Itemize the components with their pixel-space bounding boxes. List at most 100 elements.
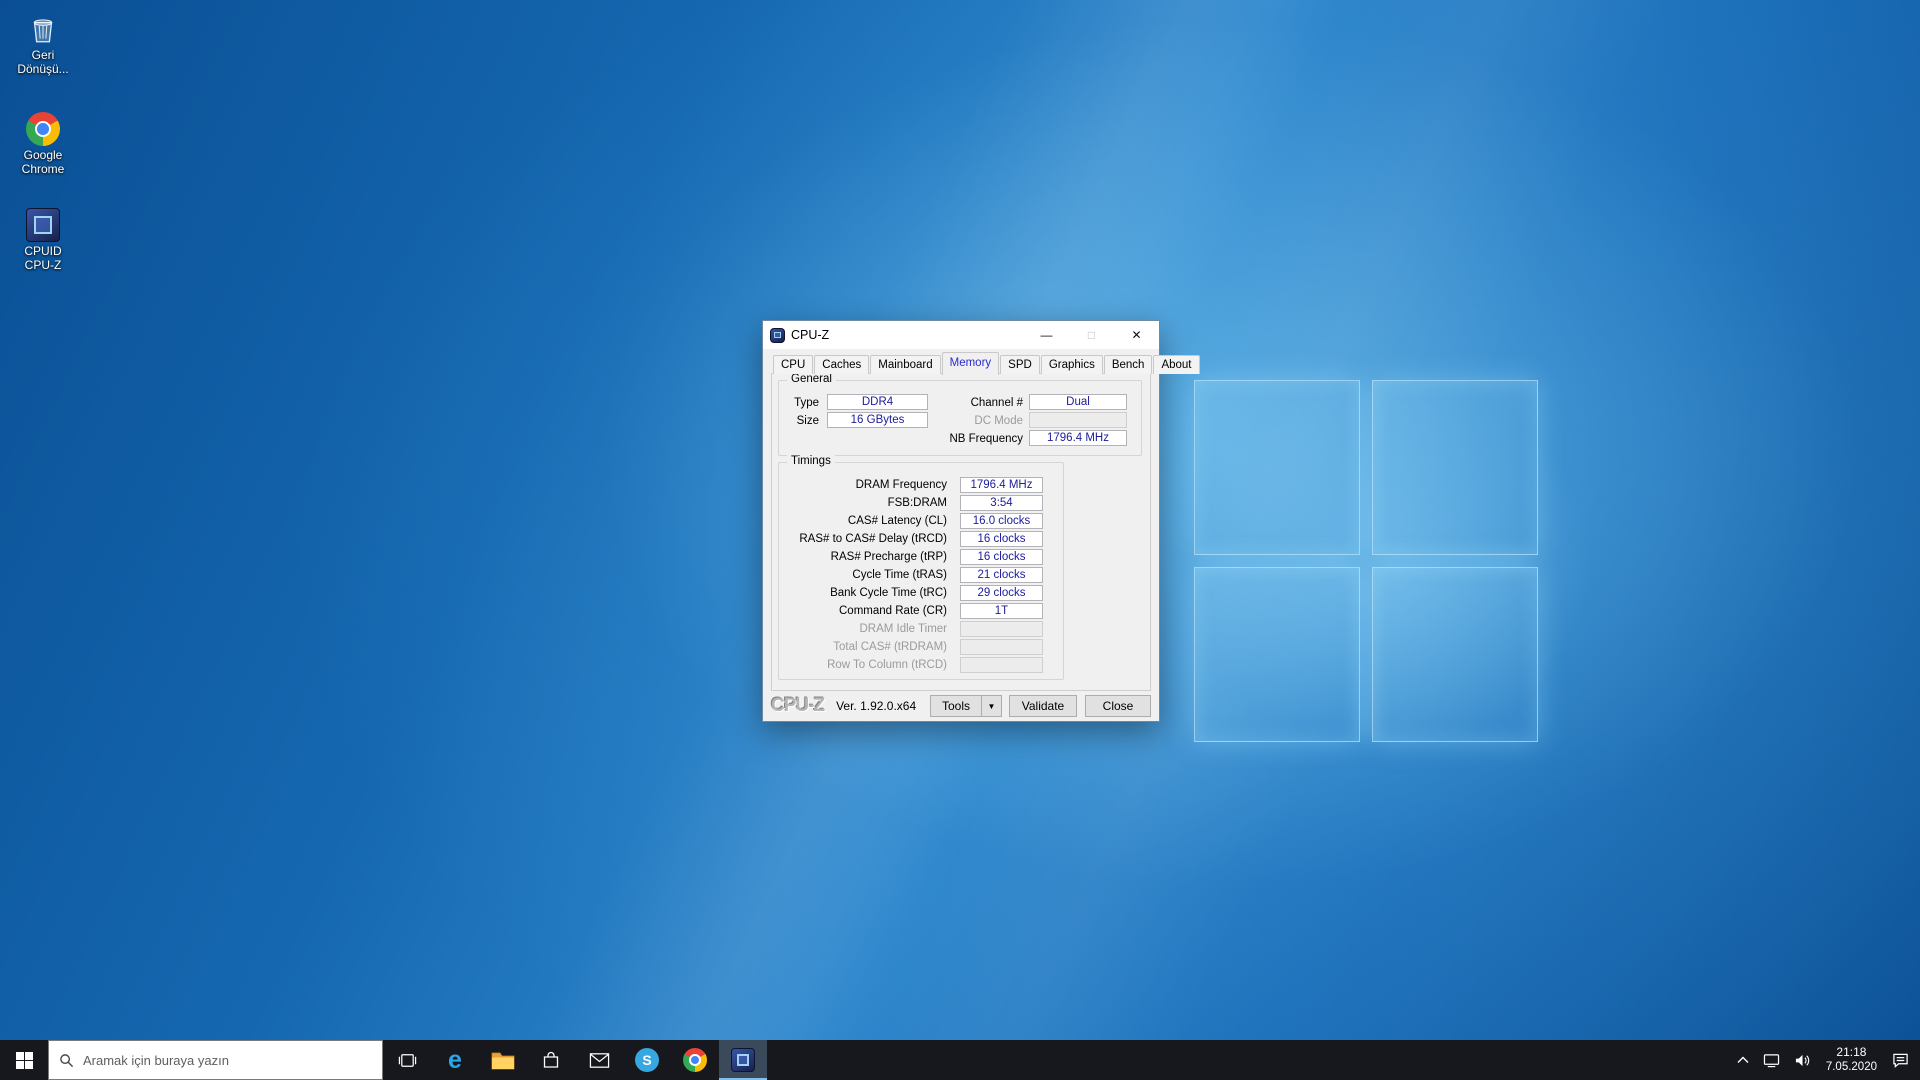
- desktop-icon-label: Geri Dönüşü...: [17, 48, 69, 76]
- windows-start-icon: [15, 1051, 33, 1069]
- taskbar: Aramak için buraya yazın e S 21:18 7.05.…: [0, 1040, 1920, 1080]
- size-value-box: 16 GBytes: [827, 412, 928, 428]
- minimize-button[interactable]: —: [1024, 321, 1069, 349]
- timing-row: RAS# Precharge (tRP) 16 clocks: [779, 548, 1063, 566]
- network-icon[interactable]: [1756, 1040, 1787, 1080]
- taskbar-clock[interactable]: 21:18 7.05.2020: [1818, 1045, 1885, 1074]
- channel-value-box: Dual: [1029, 394, 1127, 410]
- maximize-button: □: [1087, 328, 1096, 342]
- desktop-icon-recycle-bin[interactable]: Geri Dönüşü...: [4, 12, 82, 77]
- start-button[interactable]: [0, 1040, 48, 1080]
- timing-row: Row To Column (tRCD): [779, 656, 1063, 674]
- timing-value-box: 3:54: [960, 495, 1043, 511]
- tab-strip: CPU Caches Mainboard Memory SPD Graphics…: [763, 350, 1200, 375]
- windows-logo-pane: [1194, 380, 1360, 555]
- desktop-icon-google-chrome[interactable]: Google Chrome: [4, 112, 82, 177]
- edge-button[interactable]: e: [431, 1040, 479, 1080]
- general-groupbox: General Type DDR4 Size 16 GBytes Channel…: [778, 373, 1142, 456]
- chrome-button[interactable]: [671, 1040, 719, 1080]
- tab-about[interactable]: About: [1153, 355, 1200, 374]
- timing-label: RAS# Precharge (tRP): [830, 551, 947, 563]
- tools-button[interactable]: Tools: [930, 695, 982, 717]
- timing-row: Cycle Time (tRAS) 21 clocks: [779, 566, 1063, 584]
- timing-label: RAS# to CAS# Delay (tRCD): [799, 533, 947, 545]
- timing-value-box: 21 clocks: [960, 567, 1043, 583]
- recycle-bin-icon: [26, 12, 60, 46]
- caption-buttons: — □ ✕: [1024, 321, 1159, 349]
- windows-logo-pane: [1194, 567, 1360, 742]
- timing-label: Total CAS# (tRDRAM): [833, 641, 947, 653]
- timings-groupbox: Timings DRAM Frequency 1796.4 MHz FSB:DR…: [778, 455, 1064, 680]
- tab-cpu[interactable]: CPU: [773, 355, 814, 374]
- folder-icon: [491, 1050, 515, 1070]
- timing-value-box: 16 clocks: [960, 531, 1043, 547]
- nb-frequency-label: NB Frequency: [949, 433, 1023, 445]
- size-label: Size: [796, 415, 819, 427]
- tab-mainboard[interactable]: Mainboard: [870, 355, 941, 374]
- volume-icon[interactable]: [1787, 1040, 1818, 1080]
- cpuz-icon: [731, 1048, 755, 1072]
- version-text: Ver. 1.92.0.x64: [836, 699, 917, 713]
- timing-value-box: 29 clocks: [960, 585, 1043, 601]
- cpuz-taskbar-button[interactable]: [719, 1040, 767, 1080]
- timing-row: Total CAS# (tRDRAM): [779, 638, 1063, 656]
- timing-row: RAS# to CAS# Delay (tRCD) 16 clocks: [779, 530, 1063, 548]
- desktop-icon-label: Google Chrome: [21, 148, 65, 176]
- general-group-title: General: [787, 373, 836, 385]
- chrome-icon: [26, 112, 60, 146]
- action-center-button[interactable]: [1885, 1040, 1916, 1080]
- skype-button[interactable]: S: [623, 1040, 671, 1080]
- window-title: CPU-Z: [791, 328, 830, 342]
- close-dialog-button[interactable]: Close: [1085, 695, 1151, 717]
- tools-dropdown-button[interactable]: ▼: [982, 695, 1002, 717]
- timing-value-box: 16.0 clocks: [960, 513, 1043, 529]
- file-explorer-button[interactable]: [479, 1040, 527, 1080]
- skype-icon: S: [635, 1048, 659, 1072]
- clock-time: 21:18: [1836, 1045, 1867, 1060]
- tab-memory[interactable]: Memory: [941, 352, 1000, 375]
- search-placeholder: Aramak için buraya yazın: [83, 1052, 229, 1068]
- timings-group-title: Timings: [787, 455, 835, 467]
- desktop-icon-label: CPUID CPU-Z: [24, 244, 62, 272]
- search-icon: [59, 1053, 74, 1068]
- cpuz-logo: CPU-Z: [771, 695, 825, 716]
- store-button[interactable]: [527, 1040, 575, 1080]
- timing-label: CAS# Latency (CL): [847, 515, 947, 527]
- window-footer: CPU-Z Ver. 1.92.0.x64 Tools ▼ Validate C…: [771, 693, 1151, 719]
- store-bag-icon: [541, 1050, 561, 1070]
- titlebar[interactable]: CPU-Z — □ ✕: [763, 321, 1159, 349]
- timing-value-box: [960, 621, 1043, 637]
- close-button[interactable]: ✕: [1114, 321, 1159, 349]
- dc-mode-label: DC Mode: [974, 415, 1023, 427]
- channel-label: Channel #: [970, 397, 1023, 409]
- timing-value-box: 1T: [960, 603, 1043, 619]
- search-box[interactable]: Aramak için buraya yazın: [48, 1040, 383, 1080]
- timing-label: Cycle Time (tRAS): [852, 569, 947, 581]
- mail-button[interactable]: [575, 1040, 623, 1080]
- tab-graphics[interactable]: Graphics: [1040, 355, 1103, 374]
- dc-mode-value-box: [1029, 412, 1127, 428]
- type-value-box: DDR4: [827, 394, 928, 410]
- timing-label: DRAM Frequency: [855, 479, 947, 491]
- edge-icon: e: [448, 1045, 462, 1074]
- timing-value-box: [960, 639, 1043, 655]
- clock-date: 7.05.2020: [1825, 1061, 1877, 1074]
- desktop-icon-cpuid-cpuz[interactable]: CPUID CPU-Z: [4, 208, 82, 273]
- windows-logo-pane: [1372, 567, 1538, 742]
- validate-button[interactable]: Validate: [1009, 695, 1077, 717]
- timing-row: CAS# Latency (CL) 16.0 clocks: [779, 512, 1063, 530]
- windows-logo-pane: [1372, 380, 1538, 555]
- system-tray: 21:18 7.05.2020: [1730, 1040, 1920, 1080]
- tab-bench[interactable]: Bench: [1103, 355, 1153, 374]
- timing-value-box: 1796.4 MHz: [960, 477, 1043, 493]
- timing-label: Command Rate (CR): [839, 605, 947, 617]
- tray-chevron-button[interactable]: [1730, 1040, 1756, 1080]
- timing-label: Bank Cycle Time (tRC): [830, 587, 947, 599]
- wallpaper-windows-logo: [1194, 380, 1538, 742]
- task-view-button[interactable]: [383, 1040, 431, 1080]
- timing-value-box: [960, 657, 1043, 673]
- tab-caches[interactable]: Caches: [814, 355, 870, 374]
- chrome-icon: [683, 1048, 707, 1072]
- tab-spd[interactable]: SPD: [1000, 355, 1040, 374]
- timing-row: Command Rate (CR) 1T: [779, 602, 1063, 620]
